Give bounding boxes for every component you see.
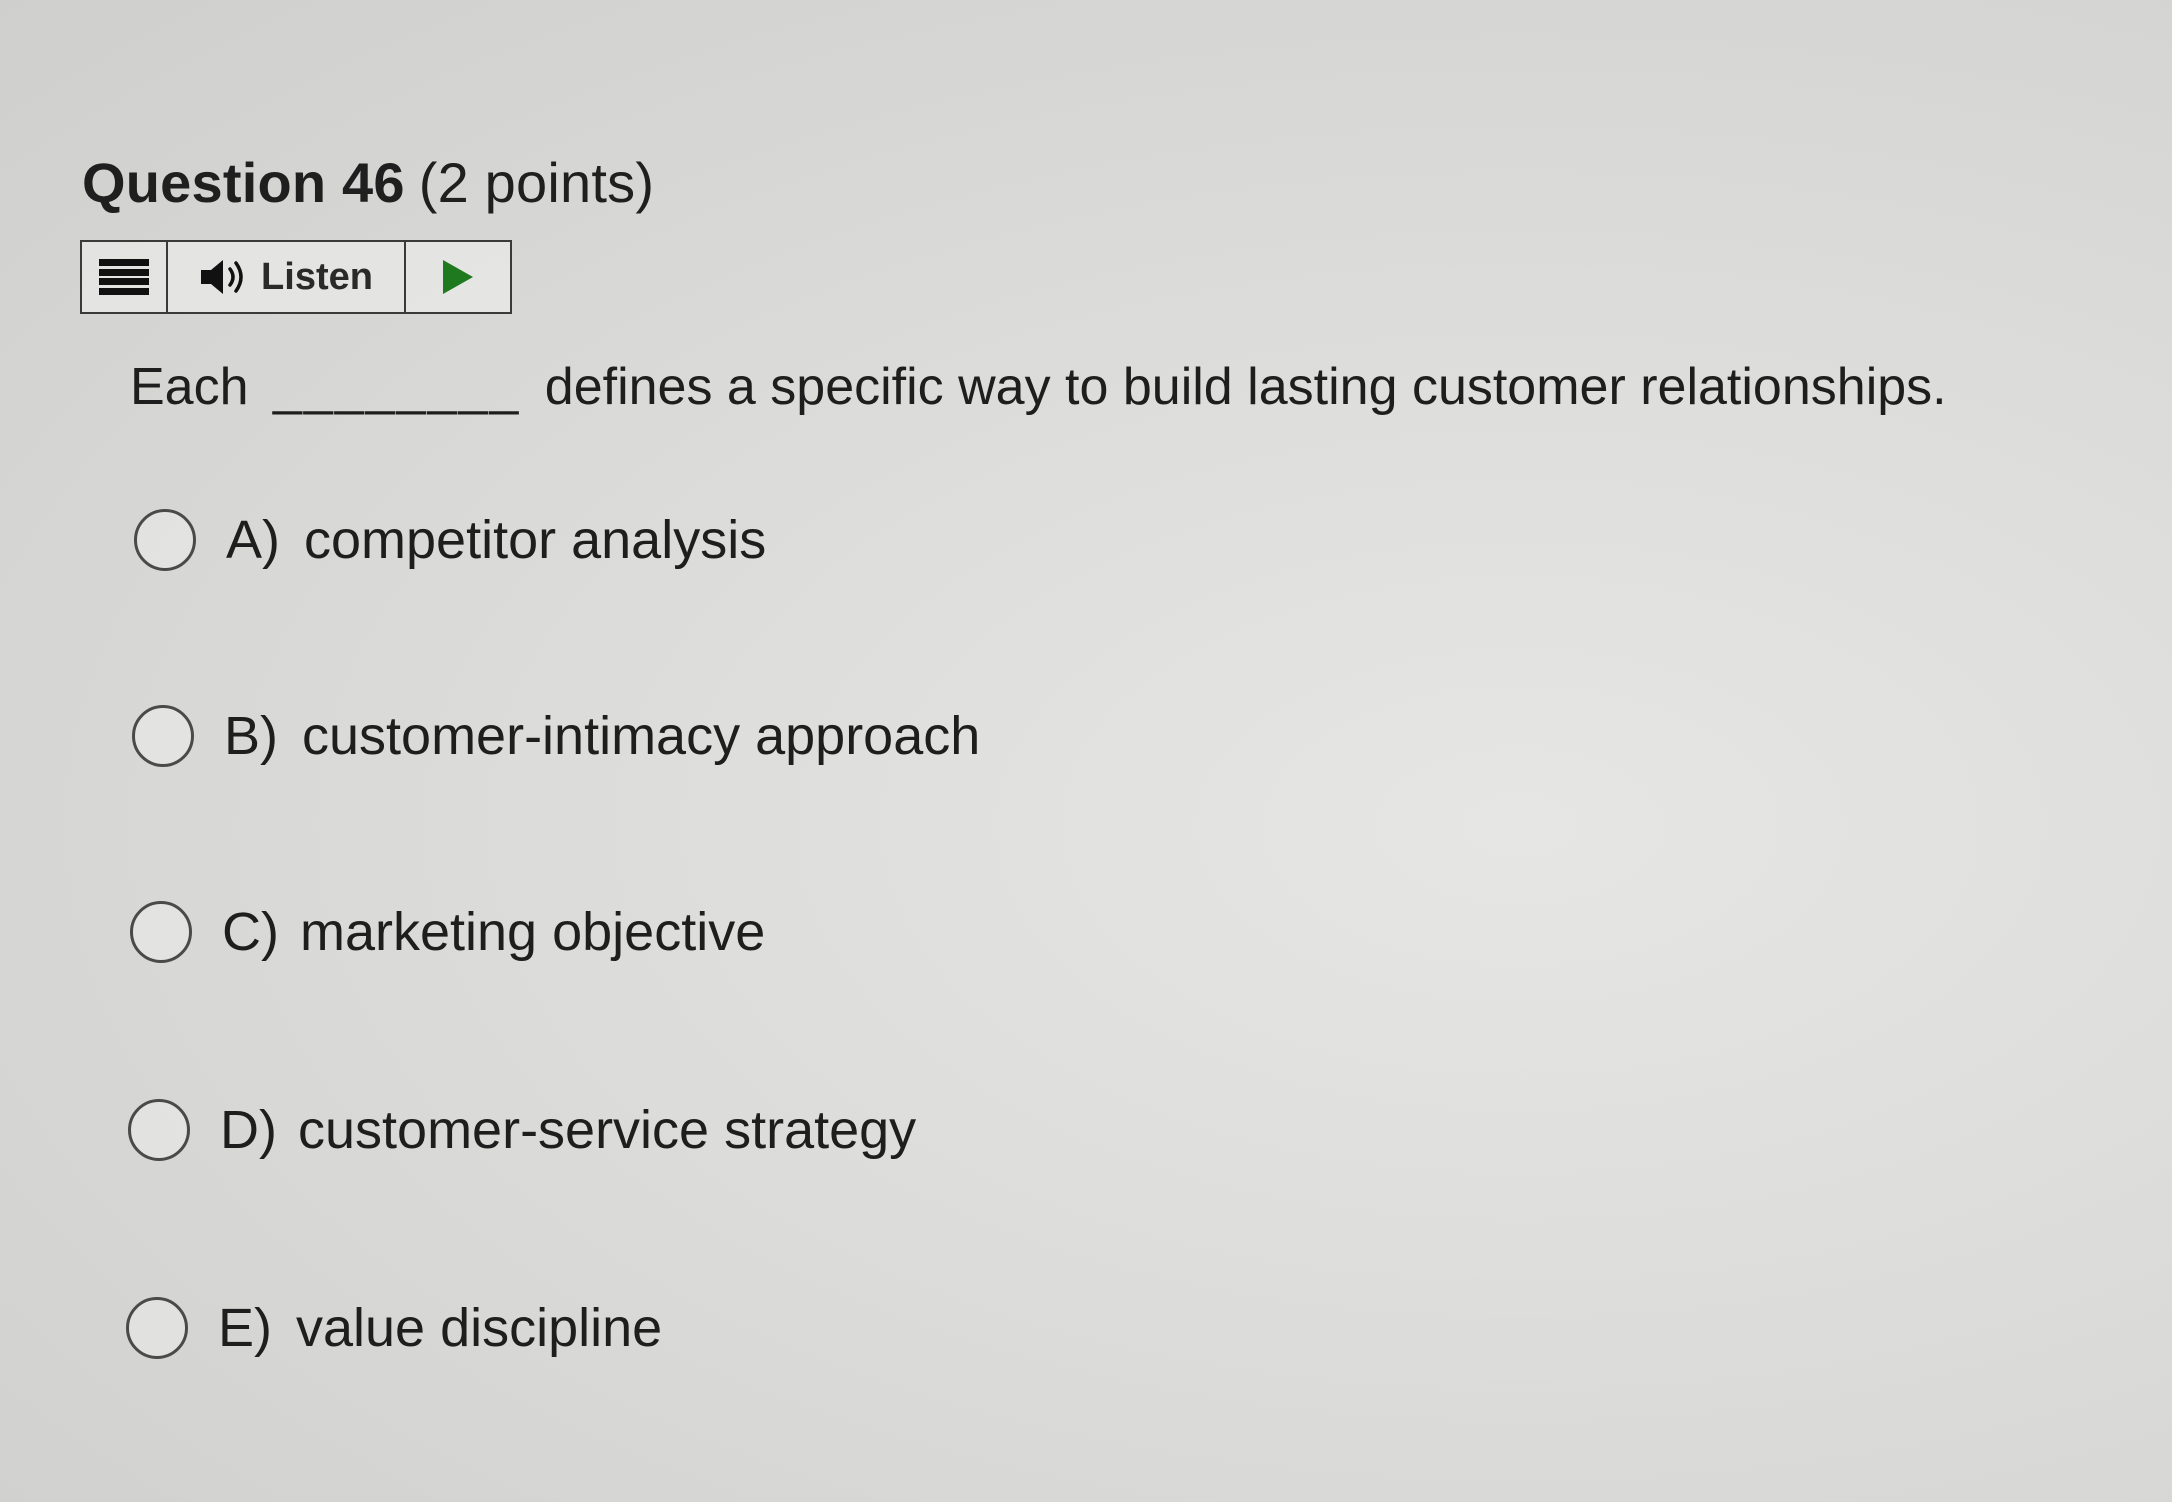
radio-button-c[interactable]	[130, 901, 192, 963]
radio-button-e[interactable]	[126, 1297, 188, 1359]
listen-button[interactable]: Listen	[168, 242, 406, 312]
listen-label: Listen	[261, 255, 373, 298]
option-text: value discipline	[296, 1298, 663, 1358]
stem-after: defines a specific way to build lasting …	[544, 358, 1947, 416]
radio-button-b[interactable]	[132, 705, 194, 767]
option-letter: B)	[224, 706, 278, 766]
question-number: Question 46	[82, 151, 405, 214]
option-text: marketing objective	[300, 902, 766, 962]
read-aloud-toolbar: Listen	[80, 240, 512, 314]
play-button[interactable]	[406, 242, 510, 312]
menu-icon	[99, 259, 149, 295]
option-text: competitor analysis	[304, 510, 767, 570]
option-a[interactable]: A) competitor analysis	[134, 509, 766, 571]
option-e[interactable]: E) value discipline	[126, 1297, 662, 1359]
question-points: (2 points)	[418, 151, 655, 214]
speaker-icon	[199, 257, 249, 297]
option-b[interactable]: B) customer-intimacy approach	[132, 705, 980, 767]
option-text: customer-intimacy approach	[302, 706, 981, 766]
option-c[interactable]: C) marketing objective	[130, 901, 765, 963]
option-letter: E)	[218, 1298, 272, 1358]
question-title: Question 46 (2 points)	[82, 150, 654, 216]
option-letter: D)	[220, 1100, 277, 1160]
toolbar-menu-button[interactable]	[82, 242, 168, 312]
stem-blank: ________	[272, 358, 521, 416]
option-letter: A)	[226, 510, 280, 570]
option-letter: C)	[222, 902, 279, 962]
quiz-page: Question 46 (2 points) Listen Each _____…	[0, 0, 2172, 1502]
radio-button-d[interactable]	[128, 1099, 190, 1161]
question-stem: Each ________ defines a specific way to …	[130, 355, 1947, 419]
option-d[interactable]: D) customer-service strategy	[128, 1099, 916, 1161]
radio-button-a[interactable]	[134, 509, 196, 571]
option-text: customer-service strategy	[298, 1100, 917, 1160]
play-icon	[441, 258, 475, 296]
stem-before: Each	[130, 358, 249, 416]
